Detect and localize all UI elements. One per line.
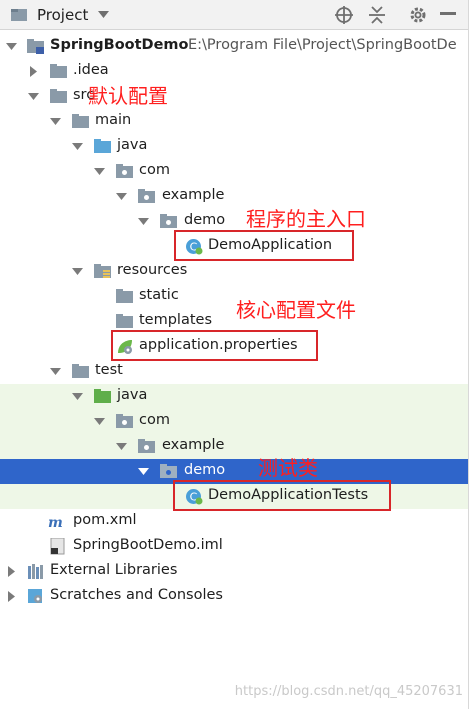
package-icon [138,189,155,203]
expanded-arrow-icon[interactable] [116,441,128,453]
tree-item-external-libraries[interactable]: External Libraries [0,559,469,584]
root-project-path: E:\Program File\Project\SpringBootDe [188,37,457,53]
annotation-core-config: 核心配置文件 [236,298,356,322]
tree-item-com-main[interactable]: com [0,159,469,184]
package-icon [116,164,133,178]
expanded-arrow-icon[interactable] [72,266,84,278]
folder-icon [116,314,133,328]
maven-pom-icon: m [48,515,63,530]
expanded-arrow-icon[interactable] [50,366,62,378]
tree-item-com-test[interactable]: com [0,409,469,434]
module-file-icon [50,538,65,555]
tree-label: example [162,437,225,453]
tree-item-pom[interactable]: m pom.xml [0,509,469,534]
expanded-arrow-icon[interactable] [138,216,150,228]
collapsed-arrow-icon[interactable] [28,66,40,78]
expanded-arrow-icon[interactable] [72,141,84,153]
resources-folder-icon [94,264,111,278]
source-folder-icon [94,139,111,153]
tree-item-example-main[interactable]: example [0,184,469,209]
tree-label: com [139,412,170,428]
tree-label: demo [184,462,226,478]
settings-gear-icon[interactable] [409,6,427,24]
expanded-arrow-icon[interactable] [94,416,106,428]
collapse-all-icon[interactable] [368,5,386,25]
tree-label: com [139,162,170,178]
collapsed-arrow-icon[interactable] [6,591,18,603]
tree-label: SpringBootDemo.iml [73,537,223,553]
tree-item-idea[interactable]: .idea [0,59,469,84]
expanded-arrow-icon[interactable] [28,91,40,103]
tree-label: main [95,112,132,128]
expanded-arrow-icon[interactable] [94,166,106,178]
svg-text:m: m [48,515,63,530]
collapsed-arrow-icon[interactable] [6,566,18,578]
tree-label: .idea [73,62,109,78]
expanded-arrow-icon[interactable] [138,466,150,478]
package-icon [138,439,155,453]
package-icon [116,414,133,428]
hide-panel-icon[interactable] [440,12,456,18]
tree-label: test [95,362,123,378]
tree-label: demo [184,212,226,228]
package-icon [160,214,177,228]
folder-icon [72,364,89,378]
libraries-icon [28,564,43,579]
locate-icon[interactable] [335,6,353,24]
tree-item-main[interactable]: main [0,109,469,134]
folder-icon [50,64,67,78]
annotation-default-config: 默认配置 [88,84,168,108]
tree-item-example-test[interactable]: example [0,434,469,459]
tree-item-static[interactable]: static [0,284,469,309]
tree-item-scratches[interactable]: Scratches and Consoles [0,584,469,609]
expanded-arrow-icon[interactable] [72,391,84,403]
tree-item-iml[interactable]: SpringBootDemo.iml [0,534,469,559]
tree-label: java [117,387,148,403]
annotation-main-entry: 程序的主入口 [246,207,366,231]
expanded-arrow-icon[interactable] [116,191,128,203]
tool-window-title[interactable]: Project [37,6,88,24]
highlight-box-main-class [174,230,354,261]
tree-label: java [117,137,148,153]
highlight-box-test-class [173,480,391,511]
tree-item-test[interactable]: test [0,359,469,384]
package-icon [160,464,177,478]
project-window-icon [11,9,27,21]
highlight-box-properties [111,330,318,361]
tree-item-java-main[interactable]: java [0,134,469,159]
folder-icon [116,289,133,303]
expanded-arrow-icon[interactable] [6,41,18,53]
tree-item-java-test[interactable]: java [0,384,469,409]
folder-icon [50,89,67,103]
dropdown-icon[interactable] [98,11,109,19]
module-folder-icon [27,39,44,54]
watermark: https://blog.csdn.net/qq_45207631 [234,684,463,699]
tree-item-src[interactable]: src [0,84,469,109]
tree-label: example [162,187,225,203]
tree-label: Scratches and Consoles [50,587,223,603]
test-source-folder-icon [94,389,111,403]
tree-label: pom.xml [73,512,137,528]
tree-label: resources [117,262,188,278]
annotation-test-class: 测试类 [258,456,318,480]
tree-label: External Libraries [50,562,178,578]
tree-label: templates [139,312,213,328]
folder-icon [72,114,89,128]
root-project-name: SpringBootDemo [50,37,189,53]
tree-label: static [139,287,179,303]
scratches-icon [28,589,42,603]
tree-item-resources[interactable]: resources [0,259,469,284]
tree-item-root[interactable]: SpringBootDemo E:\Program File\Project\S… [0,34,469,59]
project-tool-window-header: Project [0,0,469,30]
expanded-arrow-icon[interactable] [50,116,62,128]
